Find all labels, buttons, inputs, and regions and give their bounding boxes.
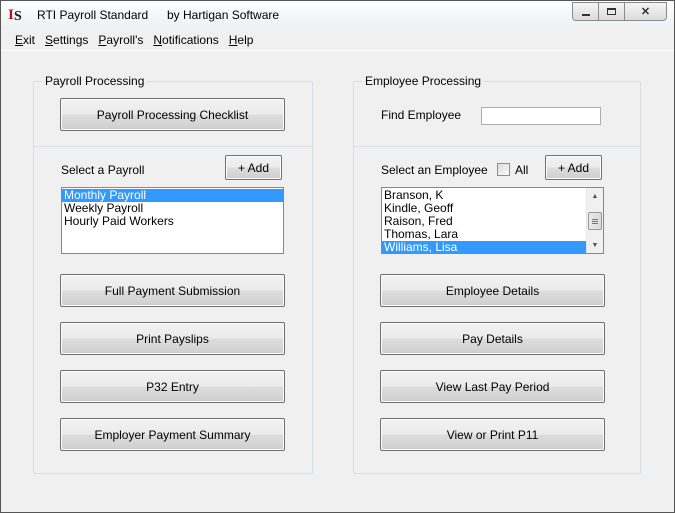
menu-payrolls[interactable]: Payroll's (93, 30, 148, 50)
select-payroll-label: Select a Payroll (61, 163, 145, 177)
view-last-pay-period-button[interactable]: View Last Pay Period (380, 370, 605, 403)
menu-help-label: elp (237, 33, 254, 47)
close-icon: ✕ (640, 6, 651, 18)
employee-list-scrollbar[interactable]: ▲ ▼ (586, 188, 603, 253)
payroll-processing-title: Payroll Processing (42, 74, 148, 88)
menu-settings-label: ettings (53, 33, 89, 47)
find-employee-input[interactable] (481, 107, 601, 125)
menu-settings-mnemonic: S (45, 33, 54, 47)
employer-payment-summary-button[interactable]: Employer Payment Summary (60, 418, 285, 451)
pay-details-button[interactable]: Pay Details (380, 322, 605, 355)
employee-details-button[interactable]: Employee Details (380, 274, 605, 307)
close-button[interactable]: ✕ (624, 2, 667, 21)
employee-processing-title: Employee Processing (362, 74, 485, 88)
title-bar: IS RTI Payroll Standard by Hartigan Soft… (1, 1, 674, 30)
payroll-list-item[interactable]: Hourly Paid Workers (62, 215, 283, 228)
employee-list-item[interactable]: Williams, Lisa (382, 241, 587, 254)
app-logo-icon: IS (8, 7, 22, 24)
add-payroll-button[interactable]: + Add (225, 155, 282, 180)
menu-payrolls-label: ayroll's (106, 33, 144, 47)
menu-notifications-mnemonic: N (153, 33, 163, 47)
scroll-up-arrow-icon[interactable]: ▲ (587, 188, 603, 204)
add-employee-button[interactable]: + Add (545, 155, 602, 180)
minimize-button[interactable] (572, 2, 598, 21)
print-payslips-button[interactable]: Print Payslips (60, 322, 285, 355)
main-window: IS RTI Payroll Standard by Hartigan Soft… (0, 0, 675, 513)
menu-exit-mnemonic: E (15, 33, 24, 47)
scroll-thumb[interactable] (588, 212, 602, 230)
menu-settings[interactable]: Settings (40, 30, 93, 50)
employee-list[interactable]: Branson, K Kindle, Geoff Raison, Fred Thoma… (381, 187, 604, 254)
payroll-separator (34, 146, 312, 147)
menu-notifications-label: otifications (162, 33, 219, 47)
payroll-checklist-button[interactable]: Payroll Processing Checklist (60, 98, 285, 131)
all-employees-checkbox[interactable] (497, 163, 510, 176)
maximize-button[interactable] (598, 2, 624, 21)
full-payment-submission-button[interactable]: Full Payment Submission (60, 274, 285, 307)
minimize-icon (581, 13, 590, 16)
maximize-icon (607, 8, 616, 15)
view-print-p11-button[interactable]: View or Print P11 (380, 418, 605, 451)
menu-exit[interactable]: Exit (10, 30, 40, 50)
employee-separator (354, 146, 640, 147)
find-employee-label: Find Employee (381, 108, 462, 122)
menu-exit-label: xit (23, 33, 36, 47)
scroll-down-arrow-icon[interactable]: ▼ (587, 237, 603, 253)
menu-notifications[interactable]: Notifications (148, 30, 223, 50)
window-title: RTI Payroll Standard (37, 8, 149, 22)
menu-bar: Exit Settings Payroll's Notifications He… (1, 30, 674, 51)
payroll-list[interactable]: Monthly Payroll Weekly Payroll Hourly Paid… (61, 187, 284, 254)
employee-list-items: Branson, K Kindle, Geoff Raison, Fred Thoma… (382, 189, 587, 254)
menu-help[interactable]: Help (224, 30, 259, 50)
p32-entry-button[interactable]: P32 Entry (60, 370, 285, 403)
all-employees-label: All (515, 163, 529, 177)
select-employee-label: Select an Employee (381, 163, 488, 177)
window-subtitle: by Hartigan Software (167, 8, 280, 22)
